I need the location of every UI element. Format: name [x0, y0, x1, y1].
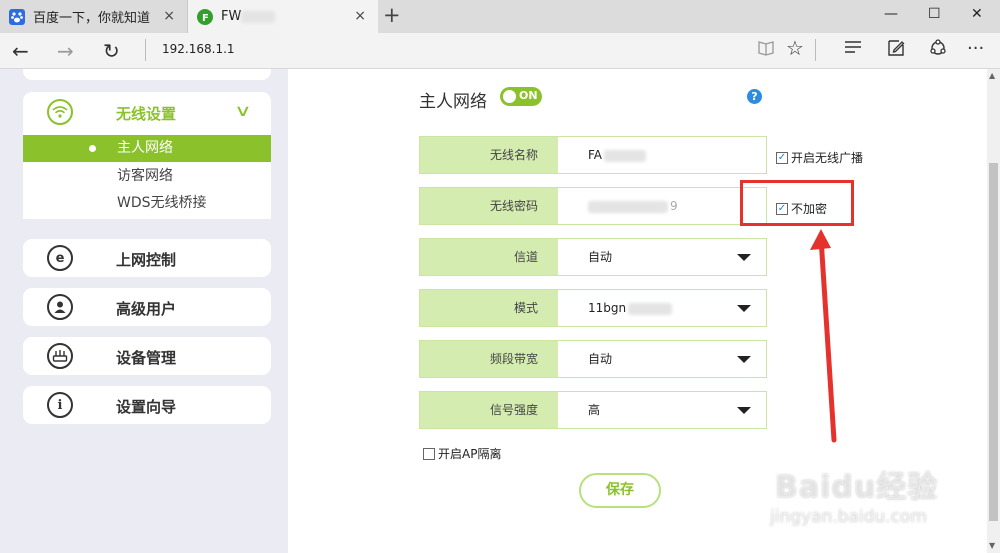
scrollbar-thumb[interactable]	[989, 163, 998, 521]
sidebar-item-label: 高级用户	[116, 300, 177, 318]
sidebar-item-wireless[interactable]: 无线设置 ∨	[23, 92, 271, 135]
field-label: 频段带宽	[420, 341, 558, 377]
menu-card-partial	[23, 69, 271, 80]
signal-strength-select[interactable]: 信号强度 高	[419, 391, 767, 429]
checkbox-unchecked-icon[interactable]	[423, 447, 435, 460]
internet-control-icon: e	[47, 245, 73, 271]
dropdown-arrow-icon[interactable]	[737, 407, 751, 414]
favorite-icon[interactable]: ☆	[786, 36, 804, 60]
sidebar-item-setup-wizard[interactable]: i 设置向导	[23, 386, 271, 424]
dropdown-arrow-icon[interactable]	[737, 356, 751, 363]
ssid-field[interactable]: 无线名称 FA	[419, 136, 767, 174]
scroll-up-icon[interactable]: ▲	[989, 71, 995, 80]
page-title: 主人网络	[419, 92, 487, 112]
scrollbar[interactable]: ▲ ▼	[987, 69, 1000, 553]
field-label: 无线名称	[420, 137, 558, 173]
bandwidth-select[interactable]: 频段带宽 自动	[419, 340, 767, 378]
checkbox-label: 开启AP隔离	[438, 447, 502, 461]
address-bar: ← → ↻ 192.168.1.1 ☆ ···	[0, 33, 1000, 69]
divider	[145, 39, 146, 61]
divider	[815, 39, 816, 61]
dropdown-arrow-icon[interactable]	[737, 305, 751, 312]
broadcast-checkbox[interactable]: ✓ 开启无线广播	[776, 149, 863, 166]
highlight-box	[740, 180, 854, 226]
fast-router-icon: F	[197, 8, 213, 25]
field-label: 信号强度	[420, 392, 558, 428]
sidebar-item-device-management[interactable]: 设备管理	[23, 337, 271, 375]
scroll-down-icon[interactable]: ▼	[989, 541, 995, 550]
sidebar-item-internet-control[interactable]: e 上网控制	[23, 239, 271, 277]
field-value: 9	[588, 188, 678, 224]
sidebar-item-label: 设置向导	[116, 398, 177, 416]
field-value: FA	[588, 137, 647, 173]
blurred-text	[588, 200, 668, 213]
user-icon	[47, 294, 73, 320]
baidu-jingyan-watermark: Baidu经验	[775, 470, 939, 505]
checkbox-checked-icon[interactable]: ✓	[776, 151, 788, 164]
toggle-label: ON	[519, 89, 538, 102]
sidebar-item-label: 设备管理	[116, 349, 177, 367]
close-tab-icon[interactable]: ×	[354, 8, 366, 24]
svg-text:F: F	[202, 13, 209, 24]
tab-router[interactable]: F FW ×	[188, 0, 378, 33]
wifi-icon	[47, 99, 73, 125]
web-note-icon[interactable]	[886, 38, 906, 63]
sidebar-item-label: 无线设置	[116, 105, 177, 123]
minimize-button[interactable]: —	[884, 6, 898, 22]
blurred-text	[241, 10, 276, 23]
sidebar-item-wds-bridge[interactable]: WDS无线桥接	[23, 190, 271, 217]
help-icon[interactable]: ?	[747, 89, 762, 104]
blurred-text	[628, 302, 673, 315]
router-icon	[47, 343, 73, 369]
new-tab-button[interactable]: +	[383, 3, 401, 27]
field-label: 无线密码	[420, 188, 558, 224]
sidebar-item-guest-network[interactable]: 访客网络	[23, 163, 271, 190]
field-label: 模式	[420, 290, 558, 326]
sidebar-item-advanced-user[interactable]: 高级用户	[23, 288, 271, 326]
save-button[interactable]: 保存	[579, 473, 661, 508]
watermark-url: jingyan.baidu.com	[770, 507, 927, 527]
tab-baidu[interactable]: 百度一下，你就知道 ×	[0, 0, 188, 33]
hub-icon[interactable]	[843, 38, 863, 61]
channel-select[interactable]: 信道 自动	[419, 238, 767, 276]
wifi-toggle[interactable]: ON	[500, 87, 542, 106]
share-icon[interactable]	[928, 38, 948, 63]
tab-title: 百度一下，你就知道	[33, 11, 151, 26]
tab-bar: 百度一下，你就知道 × F FW × + — ☐ ✕	[0, 0, 1000, 33]
toggle-knob	[503, 90, 516, 103]
refresh-button[interactable]: ↻	[103, 39, 120, 63]
password-field[interactable]: 无线密码 9	[419, 187, 767, 225]
url-field[interactable]: 192.168.1.1	[162, 42, 235, 56]
reading-view-icon[interactable]	[757, 38, 775, 61]
field-value: 11bgn	[588, 290, 673, 326]
tab-title: FW	[221, 9, 242, 24]
blurred-text	[604, 149, 647, 162]
maximize-button[interactable]: ☐	[928, 6, 941, 22]
mode-select[interactable]: 模式 11bgn	[419, 289, 767, 327]
sidebar-item-host-network[interactable]: 主人网络	[23, 135, 271, 162]
close-window-button[interactable]: ✕	[971, 6, 983, 22]
field-label: 信道	[420, 239, 558, 275]
close-tab-icon[interactable]: ×	[163, 8, 175, 24]
forward-button[interactable]: →	[57, 39, 74, 63]
field-value: 自动	[588, 352, 613, 366]
chevron-down-icon: ∨	[234, 101, 252, 120]
field-value: 自动	[588, 250, 613, 264]
field-value: 高	[588, 403, 601, 417]
more-icon[interactable]: ···	[967, 38, 984, 59]
back-button[interactable]: ←	[12, 39, 29, 63]
wireless-submenu: 主人网络 访客网络 WDS无线桥接	[23, 135, 271, 219]
checkbox-label: 开启无线广播	[791, 151, 864, 165]
dropdown-arrow-icon[interactable]	[737, 254, 751, 261]
ap-isolation-checkbox[interactable]: 开启AP隔离	[423, 445, 501, 462]
sidebar-item-label: 上网控制	[116, 251, 177, 269]
baidu-paw-icon	[9, 8, 25, 25]
info-icon: i	[47, 392, 73, 418]
